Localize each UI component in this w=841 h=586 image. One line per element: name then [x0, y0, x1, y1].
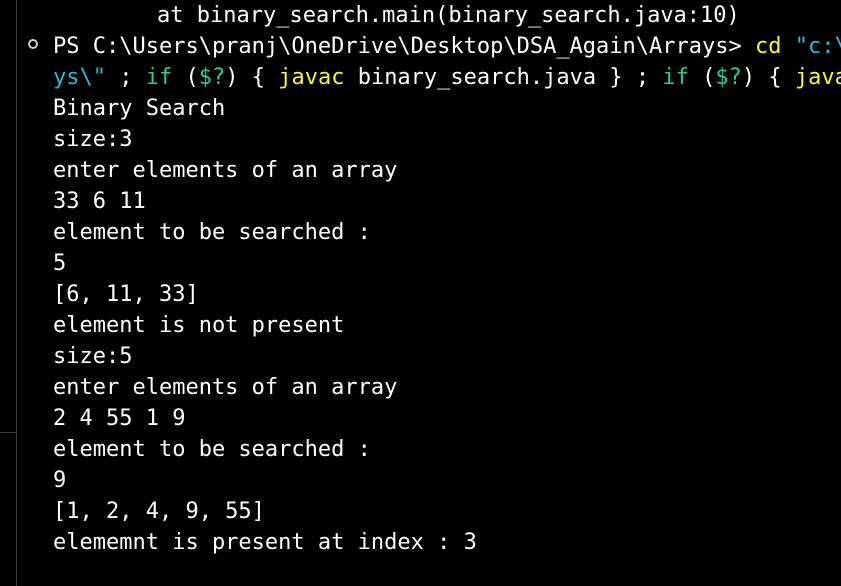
sep: ; [105, 65, 146, 90]
cmd-cd: cd [755, 34, 782, 59]
javac-command: javac [278, 65, 345, 90]
paren-close: ) { [225, 65, 279, 90]
output-line: elememnt is present at index : 3 [53, 530, 477, 555]
paren-open-2: ( [688, 65, 716, 90]
if-keyword: if [145, 65, 173, 90]
output-line: element to be searched : [53, 437, 371, 462]
prompt-line: PS C:\Users\pranj\OneDrive\Desktop\DSA_A… [53, 31, 841, 62]
java-command: java [794, 65, 841, 90]
status-var-2: $? [715, 65, 742, 90]
gutter-divider [16, 0, 17, 586]
output-line: 5 [53, 251, 67, 276]
output-line: 2 4 55 1 9 [53, 406, 186, 431]
cont-string: ys\" [53, 65, 106, 90]
output-line: Binary Search [53, 96, 226, 121]
status-var: $? [198, 65, 226, 90]
gutter-tick [0, 432, 16, 433]
paren-open: ( [172, 65, 199, 90]
prompt-continuation-line: ys\" ; if ($?) { javac binary_search.jav… [53, 62, 841, 93]
output-line: 9 [53, 468, 67, 493]
output-line: element to be searched : [53, 220, 371, 245]
paren-close-2: ) { [741, 65, 795, 90]
command-decoration-icon[interactable] [28, 39, 38, 49]
output-line: size:3 [53, 127, 133, 152]
cmd-path-string: "c:\U [794, 34, 841, 59]
if-keyword-2: if [662, 65, 689, 90]
output-line: size:5 [53, 344, 133, 369]
stack-trace-line: at binary_search.main(binary_search.java… [157, 3, 740, 28]
terminal-panel[interactable]: at binary_search.main(binary_search.java… [0, 0, 841, 586]
output-line: 33 6 11 [53, 189, 146, 214]
output-line: [6, 11, 33] [53, 282, 199, 307]
output-line: [1, 2, 4, 9, 55] [53, 499, 265, 524]
output-line: enter elements of an array [53, 158, 398, 183]
prompt-path: PS C:\Users\pranj\OneDrive\Desktop\DSA_A… [53, 34, 755, 59]
output-line: enter elements of an array [53, 375, 398, 400]
output-line: element is not present [53, 313, 345, 338]
javac-args: binary_search.java } ; [344, 65, 663, 90]
